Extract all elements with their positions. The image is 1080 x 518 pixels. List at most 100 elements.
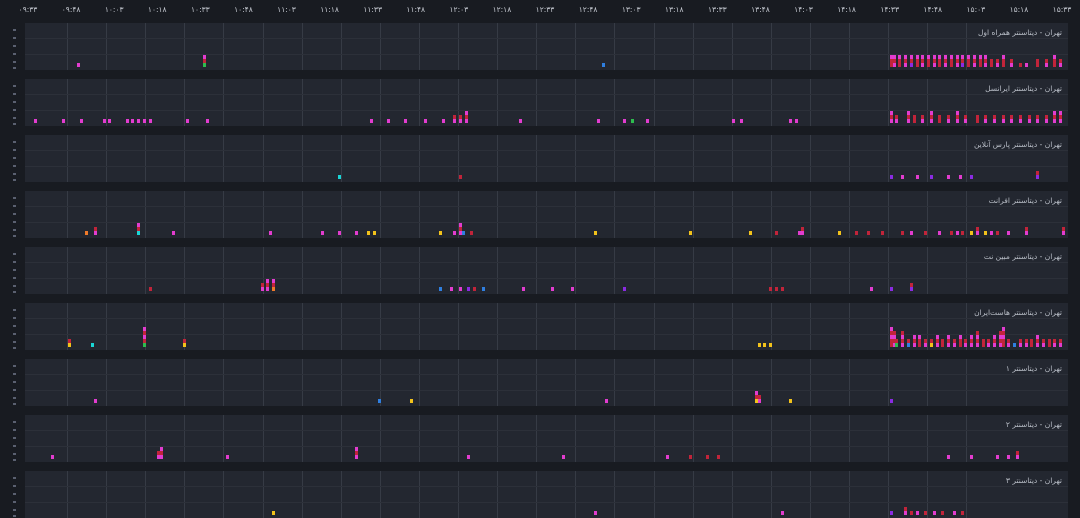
event-mark[interactable] <box>952 339 956 343</box>
event-mark[interactable] <box>467 455 471 459</box>
event-mark[interactable] <box>967 55 971 59</box>
event-mark[interactable] <box>780 511 784 515</box>
event-mark[interactable] <box>369 119 373 123</box>
event-mark[interactable] <box>1027 119 1031 123</box>
event-mark[interactable] <box>944 59 948 63</box>
event-mark[interactable] <box>94 231 98 235</box>
event-mark[interactable] <box>757 399 761 403</box>
event-mark[interactable] <box>206 119 210 123</box>
event-mark[interactable] <box>665 455 669 459</box>
event-mark[interactable] <box>869 287 873 291</box>
event-mark[interactable] <box>94 399 98 403</box>
event-mark[interactable] <box>148 119 152 123</box>
event-mark[interactable] <box>904 507 908 511</box>
event-mark[interactable] <box>932 55 936 59</box>
event-mark[interactable] <box>125 119 129 123</box>
event-mark[interactable] <box>780 287 784 291</box>
event-mark[interactable] <box>1036 59 1040 63</box>
event-mark[interactable] <box>912 343 916 347</box>
event-mark[interactable] <box>1059 119 1063 123</box>
event-mark[interactable] <box>904 55 908 59</box>
event-mark[interactable] <box>995 455 999 459</box>
event-mark[interactable] <box>410 399 413 403</box>
event-mark[interactable] <box>320 231 324 235</box>
event-mark[interactable] <box>949 63 953 67</box>
event-mark[interactable] <box>1053 55 1057 59</box>
event-mark[interactable] <box>1062 227 1065 231</box>
event-mark[interactable] <box>995 59 999 63</box>
event-mark[interactable] <box>183 343 187 347</box>
event-mark[interactable] <box>366 231 370 235</box>
event-mark[interactable] <box>918 335 922 339</box>
event-mark[interactable] <box>961 55 965 59</box>
event-mark[interactable] <box>995 63 999 67</box>
event-mark[interactable] <box>955 119 959 123</box>
event-mark[interactable] <box>404 119 408 123</box>
event-mark[interactable] <box>901 339 905 343</box>
event-mark[interactable] <box>904 511 908 515</box>
event-mark[interactable] <box>1007 339 1011 343</box>
event-mark[interactable] <box>955 231 959 235</box>
event-mark[interactable] <box>935 343 939 347</box>
event-mark[interactable] <box>955 115 959 119</box>
event-mark[interactable] <box>467 287 471 291</box>
event-mark[interactable] <box>266 287 270 291</box>
event-mark[interactable] <box>949 59 953 63</box>
event-mark[interactable] <box>915 511 919 515</box>
event-mark[interactable] <box>1001 331 1005 335</box>
event-mark[interactable] <box>631 119 635 123</box>
event-mark[interactable] <box>898 55 902 59</box>
event-mark[interactable] <box>1007 455 1011 459</box>
event-mark[interactable] <box>904 59 908 63</box>
event-mark[interactable] <box>993 335 997 339</box>
event-mark[interactable] <box>769 343 773 347</box>
event-mark[interactable] <box>918 339 922 343</box>
event-mark[interactable] <box>1001 339 1005 343</box>
event-mark[interactable] <box>947 455 951 459</box>
event-mark[interactable] <box>970 339 974 343</box>
event-mark[interactable] <box>892 331 896 335</box>
event-mark[interactable] <box>941 511 945 515</box>
event-mark[interactable] <box>947 335 951 339</box>
event-mark[interactable] <box>602 63 606 67</box>
event-mark[interactable] <box>981 339 985 343</box>
event-mark[interactable] <box>975 119 979 123</box>
event-mark[interactable] <box>1018 339 1022 343</box>
event-mark[interactable] <box>717 455 721 459</box>
event-mark[interactable] <box>895 343 899 347</box>
event-mark[interactable] <box>958 343 962 347</box>
event-mark[interactable] <box>909 59 913 63</box>
event-mark[interactable] <box>203 63 207 67</box>
event-mark[interactable] <box>837 231 841 235</box>
event-mark[interactable] <box>622 287 626 291</box>
event-mark[interactable] <box>464 111 468 115</box>
event-mark[interactable] <box>918 343 922 347</box>
event-mark[interactable] <box>570 287 574 291</box>
event-mark[interactable] <box>970 343 974 347</box>
event-mark[interactable] <box>961 231 965 235</box>
event-mark[interactable] <box>378 399 382 403</box>
event-mark[interactable] <box>987 339 991 343</box>
event-mark[interactable] <box>955 59 959 63</box>
event-mark[interactable] <box>79 119 83 123</box>
event-mark[interactable] <box>688 455 692 459</box>
event-mark[interactable] <box>1001 343 1005 347</box>
event-mark[interactable] <box>1053 115 1057 119</box>
event-mark[interactable] <box>915 59 919 63</box>
event-mark[interactable] <box>68 343 72 347</box>
event-mark[interactable] <box>1001 327 1005 331</box>
event-mark[interactable] <box>924 343 928 347</box>
event-mark[interactable] <box>142 331 146 335</box>
event-mark[interactable] <box>1001 63 1005 67</box>
event-mark[interactable] <box>272 287 276 291</box>
event-mark[interactable] <box>938 119 942 123</box>
event-mark[interactable] <box>1047 343 1051 347</box>
event-mark[interactable] <box>464 119 468 123</box>
event-mark[interactable] <box>705 455 709 459</box>
event-mark[interactable] <box>1036 339 1040 343</box>
event-mark[interactable] <box>975 115 979 119</box>
event-mark[interactable] <box>1010 119 1014 123</box>
event-mark[interactable] <box>912 115 916 119</box>
event-mark[interactable] <box>596 119 600 123</box>
event-mark[interactable] <box>740 119 744 123</box>
